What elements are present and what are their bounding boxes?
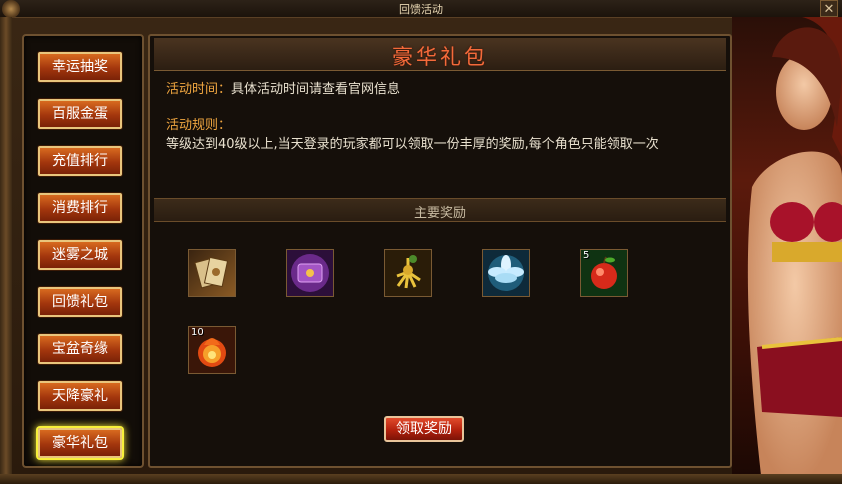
activity-time-label: 活动时间：: [166, 82, 232, 97]
claim-reward-button[interactable]: 领取奖励: [384, 416, 464, 442]
close-button[interactable]: ✕: [820, 0, 838, 17]
reward-slot-5[interactable]: 5: [580, 249, 628, 297]
character-portrait: [732, 17, 842, 484]
frame-bottom-border: [0, 474, 842, 484]
menu-item-spending-rank[interactable]: 消费排行: [38, 193, 122, 223]
menu-item-lucky-draw[interactable]: 幸运抽奖: [38, 52, 122, 82]
reward-slot-1[interactable]: [188, 249, 236, 297]
purple-scroll-icon: [287, 250, 333, 296]
activity-detail-panel: 豪华礼包 活动时间：具体活动时间请查看官网信息 活动规则： 等级达到40级以上,…: [148, 34, 732, 468]
activity-rules-text: 等级达到40级以上,当天登录的玩家都可以领取一份丰厚的奖励,每个角色只能领取一次: [166, 137, 659, 152]
menu-item-sky-gift[interactable]: 天降豪礼: [38, 381, 122, 411]
window-title: 回馈活动: [399, 3, 443, 16]
panel-title: 豪华礼包: [392, 45, 488, 69]
rules-label-text: 活动规则：: [166, 118, 232, 133]
frame-left-border: [0, 17, 12, 484]
character-illustration-icon: [747, 17, 842, 484]
reward-slot-4[interactable]: [482, 249, 530, 297]
activity-time-value: 具体活动时间请查看官网信息: [231, 82, 401, 97]
rewards-section-header: 主要奖励: [154, 198, 726, 222]
reward-slot-3[interactable]: [384, 249, 432, 297]
ginseng-icon: [385, 250, 431, 296]
rewards-header-label: 主要奖励: [413, 206, 466, 221]
activity-window: 回馈活动 ✕ 幸运抽奖 百服金蛋 充值排行 消费排行 迷雾之城 回馈礼包 宝盆奇…: [0, 0, 842, 484]
menu-item-feedback-pack[interactable]: 回馈礼包: [38, 287, 122, 317]
activity-menu: 幸运抽奖 百服金蛋 充值排行 消费排行 迷雾之城 回馈礼包 宝盆奇缘 天降豪礼 …: [22, 34, 144, 468]
reward-slot-6[interactable]: 10: [188, 326, 236, 374]
menu-item-luxury-pack[interactable]: 豪华礼包: [38, 428, 122, 458]
reward-quantity: 10: [191, 327, 204, 338]
menu-item-golden-egg[interactable]: 百服金蛋: [38, 99, 122, 129]
menu-item-treasure-bowl[interactable]: 宝盆奇缘: [38, 334, 122, 364]
panel-header: 豪华礼包: [154, 38, 726, 71]
reward-slot-2[interactable]: [286, 249, 334, 297]
menu-item-misty-city[interactable]: 迷雾之城: [38, 240, 122, 270]
reward-quantity: 5: [583, 250, 590, 261]
activity-time-row: 活动时间：具体活动时间请查看官网信息: [166, 78, 400, 97]
cards-icon: [189, 250, 235, 296]
title-bar: 回馈活动 ✕: [0, 0, 842, 18]
activity-rules-label: 活动规则：: [166, 114, 231, 133]
lotus-icon: [483, 250, 529, 296]
menu-item-recharge-rank[interactable]: 充值排行: [38, 146, 122, 176]
